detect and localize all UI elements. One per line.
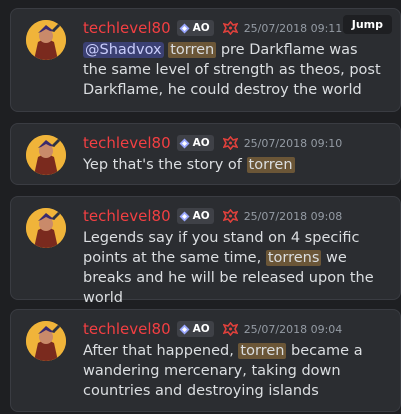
server-tag[interactable]: AO	[176, 20, 214, 36]
server-tag-label: AO	[192, 137, 210, 149]
message-header: techlevel80 AO 25/07/2018 09:08	[83, 205, 342, 227]
message-content: Yep that's the story of torren	[83, 155, 383, 175]
search-highlight: torrens	[265, 250, 322, 266]
server-tag[interactable]: AO	[176, 321, 214, 337]
search-highlight: torren	[238, 343, 287, 359]
role-icon	[222, 209, 238, 223]
jump-button[interactable]: Jump	[342, 15, 392, 34]
message-text: After that happened,	[83, 343, 239, 359]
username[interactable]: techlevel80	[83, 320, 171, 338]
search-result-message[interactable]: techlevel80 AO 25/07/2018 09:08 Legends …	[10, 196, 401, 306]
server-tag[interactable]: AO	[176, 208, 214, 224]
server-tag-label: AO	[192, 22, 210, 34]
guild-tag-icon	[179, 138, 190, 148]
username[interactable]: techlevel80	[83, 19, 171, 37]
guild-tag-icon	[179, 211, 190, 221]
avatar[interactable]	[26, 208, 66, 248]
message-content: After that happened, torren became a wan…	[83, 341, 383, 401]
message-content: Legends say if you stand on 4 specific p…	[83, 228, 383, 308]
username[interactable]: techlevel80	[83, 134, 171, 152]
message-header: techlevel80 AO 25/07/2018 09:04	[83, 318, 342, 340]
timestamp[interactable]: 25/07/2018 09:10	[244, 137, 343, 150]
server-tag-label: AO	[192, 323, 210, 335]
search-highlight: torren	[168, 42, 217, 58]
message-header: techlevel80 AO 25/07/2018 09:10	[83, 132, 342, 154]
search-result-message[interactable]: techlevel80 AO 25/07/2018 09:04 After th…	[10, 309, 401, 412]
search-result-message[interactable]: techlevel80 AO 25/07/2018 09:11 Jump @Sh…	[10, 8, 401, 112]
server-tag-label: AO	[192, 210, 210, 222]
timestamp[interactable]: 25/07/2018 09:08	[244, 210, 343, 223]
role-icon	[222, 136, 238, 150]
username[interactable]: techlevel80	[83, 207, 171, 225]
avatar[interactable]	[26, 135, 66, 175]
role-icon	[222, 322, 238, 336]
message-header: techlevel80 AO 25/07/2018 09:11	[83, 17, 342, 39]
avatar[interactable]	[26, 20, 66, 60]
search-highlight: torren	[246, 157, 295, 173]
timestamp[interactable]: 25/07/2018 09:11	[244, 22, 343, 35]
search-result-message[interactable]: techlevel80 AO 25/07/2018 09:10 Yep that…	[10, 123, 401, 185]
server-tag[interactable]: AO	[176, 135, 214, 151]
avatar[interactable]	[26, 321, 66, 361]
user-mention[interactable]: @Shadvox	[83, 42, 164, 58]
guild-tag-icon	[179, 23, 190, 33]
timestamp[interactable]: 25/07/2018 09:04	[244, 323, 343, 336]
role-icon	[222, 21, 238, 35]
message-content: @Shadvox torren pre Darkflame was the sa…	[83, 40, 383, 100]
message-text: Yep that's the story of	[83, 157, 247, 173]
guild-tag-icon	[179, 324, 190, 334]
